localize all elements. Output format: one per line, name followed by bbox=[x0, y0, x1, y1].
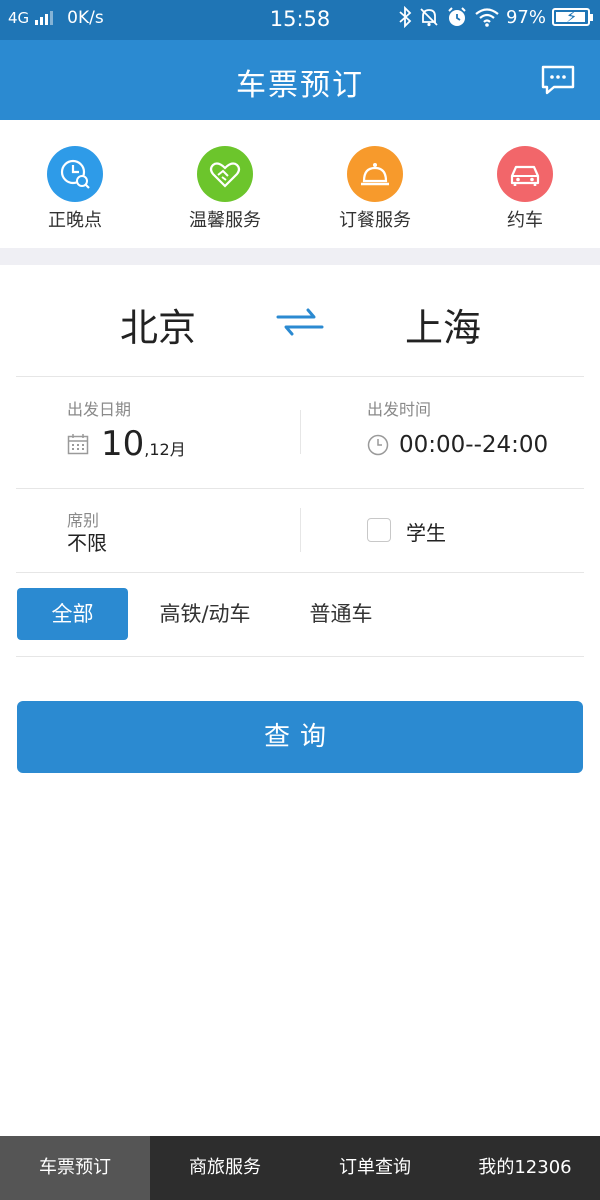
clock-search-icon bbox=[47, 146, 103, 202]
divider bbox=[16, 656, 584, 657]
clock-icon bbox=[367, 434, 389, 456]
student-label: 学生 bbox=[406, 521, 446, 545]
heart-handshake-icon bbox=[197, 146, 253, 202]
battery-percent: 97% bbox=[505, 6, 546, 28]
section-separator bbox=[0, 248, 600, 265]
query-button[interactable]: 查询 bbox=[17, 701, 583, 773]
swap-icon[interactable] bbox=[274, 305, 326, 339]
departure-time-value[interactable]: 00:00--24:00 bbox=[367, 432, 548, 458]
nav-my-12306[interactable]: 我的12306 bbox=[450, 1136, 600, 1200]
status-bar: 4G 0K/s 15:58 97% ⚡ bbox=[0, 0, 600, 40]
departure-date-label: 出发日期 bbox=[67, 400, 132, 419]
page-title: 车票预订 bbox=[236, 68, 364, 103]
alarm-icon bbox=[448, 7, 466, 26]
nav-order-query[interactable]: 订单查询 bbox=[300, 1136, 450, 1200]
service-label: 订餐服务 bbox=[339, 210, 411, 231]
service-car[interactable]: 约车 bbox=[450, 146, 600, 232]
service-warm[interactable]: 温馨服务 bbox=[150, 146, 300, 232]
nav-ticket-booking[interactable]: 车票预订 bbox=[0, 1136, 150, 1200]
car-icon bbox=[497, 146, 553, 202]
service-label: 正晚点 bbox=[48, 210, 102, 231]
divider-vertical bbox=[300, 410, 301, 454]
app-header: 车票预订 bbox=[0, 40, 600, 120]
wifi-icon bbox=[475, 8, 499, 27]
departure-city[interactable]: 北京 bbox=[120, 297, 196, 352]
mute-bell-icon bbox=[420, 8, 438, 27]
service-label: 温馨服务 bbox=[189, 210, 261, 231]
bluetooth-icon bbox=[399, 6, 412, 28]
route-selector: 北京 上海 bbox=[0, 265, 600, 377]
seat-value[interactable]: 不限 bbox=[67, 527, 107, 556]
train-type-regular[interactable]: 普通车 bbox=[290, 588, 392, 640]
departure-time-label: 出发时间 bbox=[367, 400, 432, 419]
time-range: 00:00--24:00 bbox=[399, 432, 549, 458]
battery-icon: ⚡ bbox=[552, 7, 593, 26]
arrival-city[interactable]: 上海 bbox=[405, 297, 481, 352]
divider bbox=[16, 572, 584, 573]
train-type-highspeed[interactable]: 高铁/动车 bbox=[140, 588, 270, 640]
divider bbox=[16, 376, 584, 377]
divider-vertical bbox=[300, 508, 301, 552]
service-label: 约车 bbox=[507, 210, 543, 231]
service-delay-query[interactable]: 正晚点 bbox=[0, 146, 150, 232]
divider bbox=[16, 488, 584, 489]
service-dining[interactable]: 订餐服务 bbox=[300, 146, 450, 232]
bottom-nav: 车票预订 商旅服务 订单查询 我的12306 bbox=[0, 1136, 600, 1200]
status-right: 97% ⚡ bbox=[398, 6, 593, 28]
date-month: ,12月 bbox=[144, 440, 186, 459]
train-type-all[interactable]: 全部 bbox=[17, 588, 128, 640]
date-day: 10 bbox=[101, 424, 145, 464]
calendar-icon bbox=[67, 434, 89, 455]
departure-date-value[interactable]: 10 ,12月 bbox=[67, 424, 186, 464]
quick-services: 正晚点 温馨服务 订餐服务 约车 bbox=[0, 120, 600, 248]
dining-bell-icon bbox=[347, 146, 403, 202]
nav-business-travel[interactable]: 商旅服务 bbox=[150, 1136, 300, 1200]
message-icon[interactable] bbox=[540, 64, 576, 96]
student-checkbox[interactable] bbox=[367, 518, 391, 542]
